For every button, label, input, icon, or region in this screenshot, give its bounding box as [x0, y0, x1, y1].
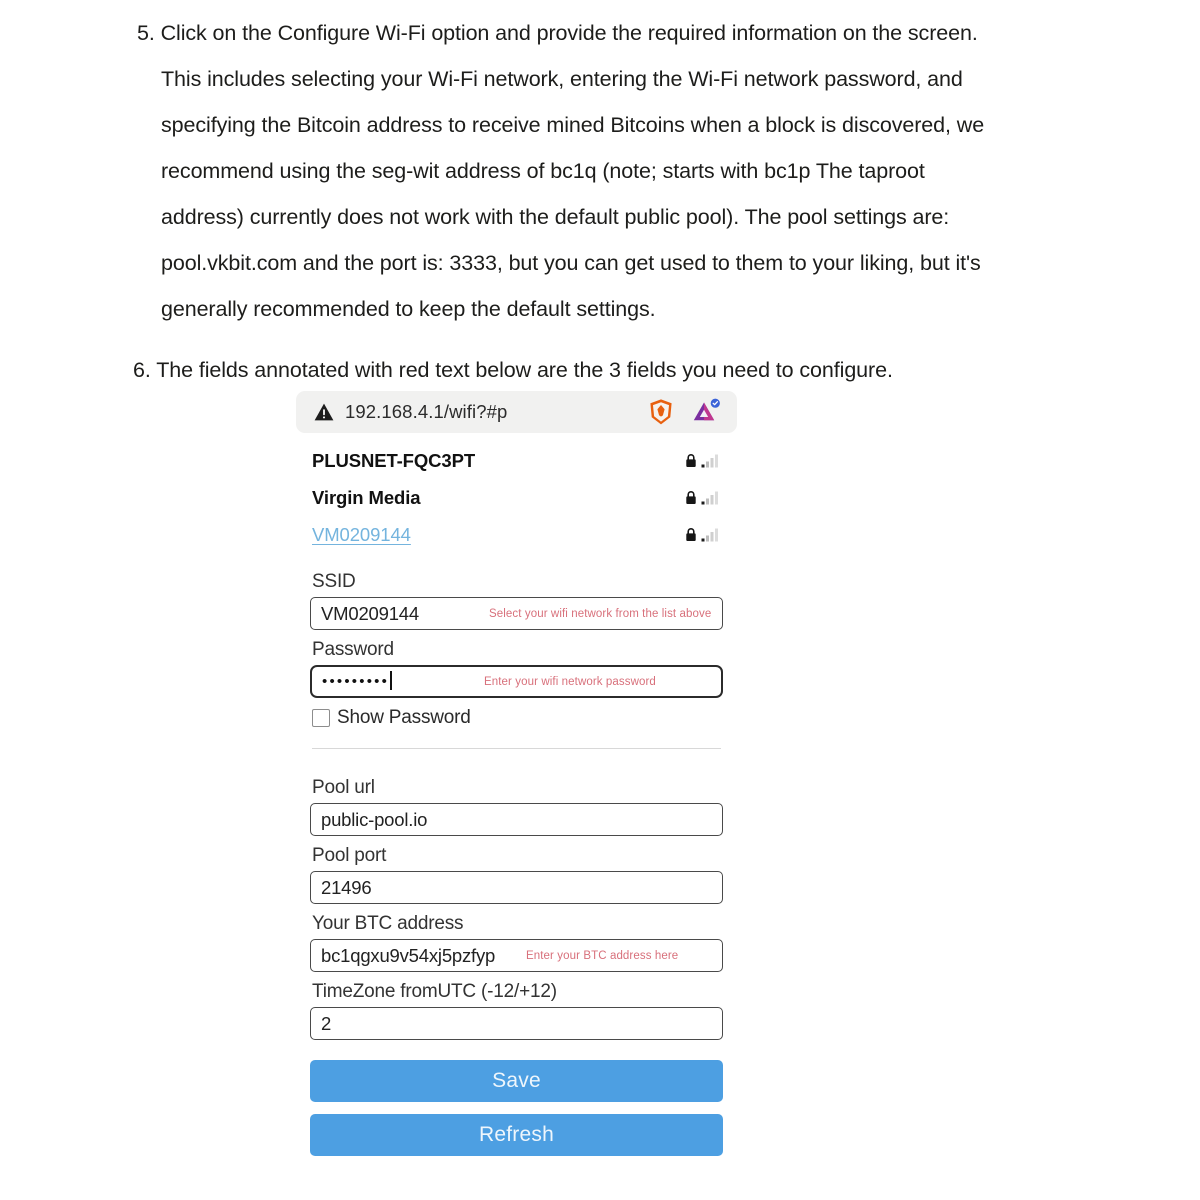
wifi-network-status: [685, 527, 721, 542]
wifi-network-list: PLUSNET-FQC3PT Virgin Media VM0209144: [296, 442, 737, 553]
refresh-button[interactable]: Refresh: [310, 1114, 723, 1156]
pool-url-label: Pool url: [312, 777, 375, 798]
instruction-step-5: 5. Click on the Configure Wi-Fi option a…: [137, 21, 985, 321]
btc-address-annotation: Enter your BTC address here: [526, 949, 679, 962]
wifi-network-row[interactable]: Virgin Media: [312, 479, 721, 516]
timezone-label: TimeZone fromUTC (-12/+12): [312, 981, 557, 1002]
btc-address-value: bc1qgxu9v54xj5pzfyp: [321, 944, 496, 966]
pool-port-input[interactable]: 21496: [310, 871, 723, 904]
lock-icon: [685, 453, 697, 468]
wifi-network-name[interactable]: PLUSNET-FQC3PT: [312, 450, 685, 472]
timezone-input[interactable]: 2: [310, 1007, 723, 1040]
lock-icon: [685, 527, 697, 542]
btc-address-input[interactable]: bc1qgxu9v54xj5pzfyp Enter your BTC addre…: [310, 939, 723, 972]
save-button[interactable]: Save: [310, 1060, 723, 1102]
lock-icon: [685, 490, 697, 505]
show-password-row[interactable]: Show Password: [312, 707, 723, 729]
ssid-annotation: Select your wifi network from the list a…: [489, 607, 712, 620]
pool-port-value: 21496: [321, 876, 372, 898]
text-caret: [390, 671, 392, 690]
brave-shield-icon[interactable]: [648, 398, 674, 426]
wifi-network-row-selected[interactable]: VM0209144: [312, 516, 721, 553]
wifi-network-name[interactable]: VM0209144: [312, 524, 685, 546]
show-password-checkbox[interactable]: [312, 709, 330, 727]
warning-triangle-icon: [314, 403, 334, 421]
pool-url-value: public-pool.io: [321, 808, 428, 830]
wifi-network-status: [685, 490, 721, 505]
embedded-browser-screenshot: 192.168.4.1/wifi?#p PLUSNET-FQC3PT Virgi…: [296, 391, 737, 1156]
pool-port-label: Pool port: [312, 845, 387, 866]
instruction-step-6: 6. The fields annotated with red text be…: [133, 358, 893, 382]
pool-url-input[interactable]: public-pool.io: [310, 803, 723, 836]
wifi-network-status: [685, 453, 721, 468]
ssid-label: SSID: [312, 571, 356, 592]
btc-address-label: Your BTC address: [312, 913, 464, 934]
wifi-config-form: SSID VM0209144 Select your wifi network …: [296, 571, 737, 1156]
signal-bars-icon: [701, 453, 721, 468]
ssid-value: VM0209144: [321, 602, 419, 624]
timezone-value: 2: [321, 1012, 332, 1034]
password-annotation: Enter your wifi network password: [484, 675, 656, 688]
url-text: 192.168.4.1/wifi?#p: [345, 401, 508, 422]
password-value: •••••••••: [322, 673, 390, 690]
ssid-input[interactable]: VM0209144 Select your wifi network from …: [310, 597, 723, 630]
show-password-label: Show Password: [337, 707, 471, 728]
browser-address-bar[interactable]: 192.168.4.1/wifi?#p: [296, 391, 737, 433]
section-divider: [312, 748, 721, 749]
extension-triangle-icon[interactable]: [691, 398, 721, 426]
wifi-network-row[interactable]: PLUSNET-FQC3PT: [312, 442, 721, 479]
signal-bars-icon: [701, 527, 721, 542]
wifi-network-name[interactable]: Virgin Media: [312, 487, 685, 509]
signal-bars-icon: [701, 490, 721, 505]
password-label: Password: [312, 639, 394, 660]
password-input[interactable]: ••••••••• Enter your wifi network passwo…: [310, 665, 723, 698]
